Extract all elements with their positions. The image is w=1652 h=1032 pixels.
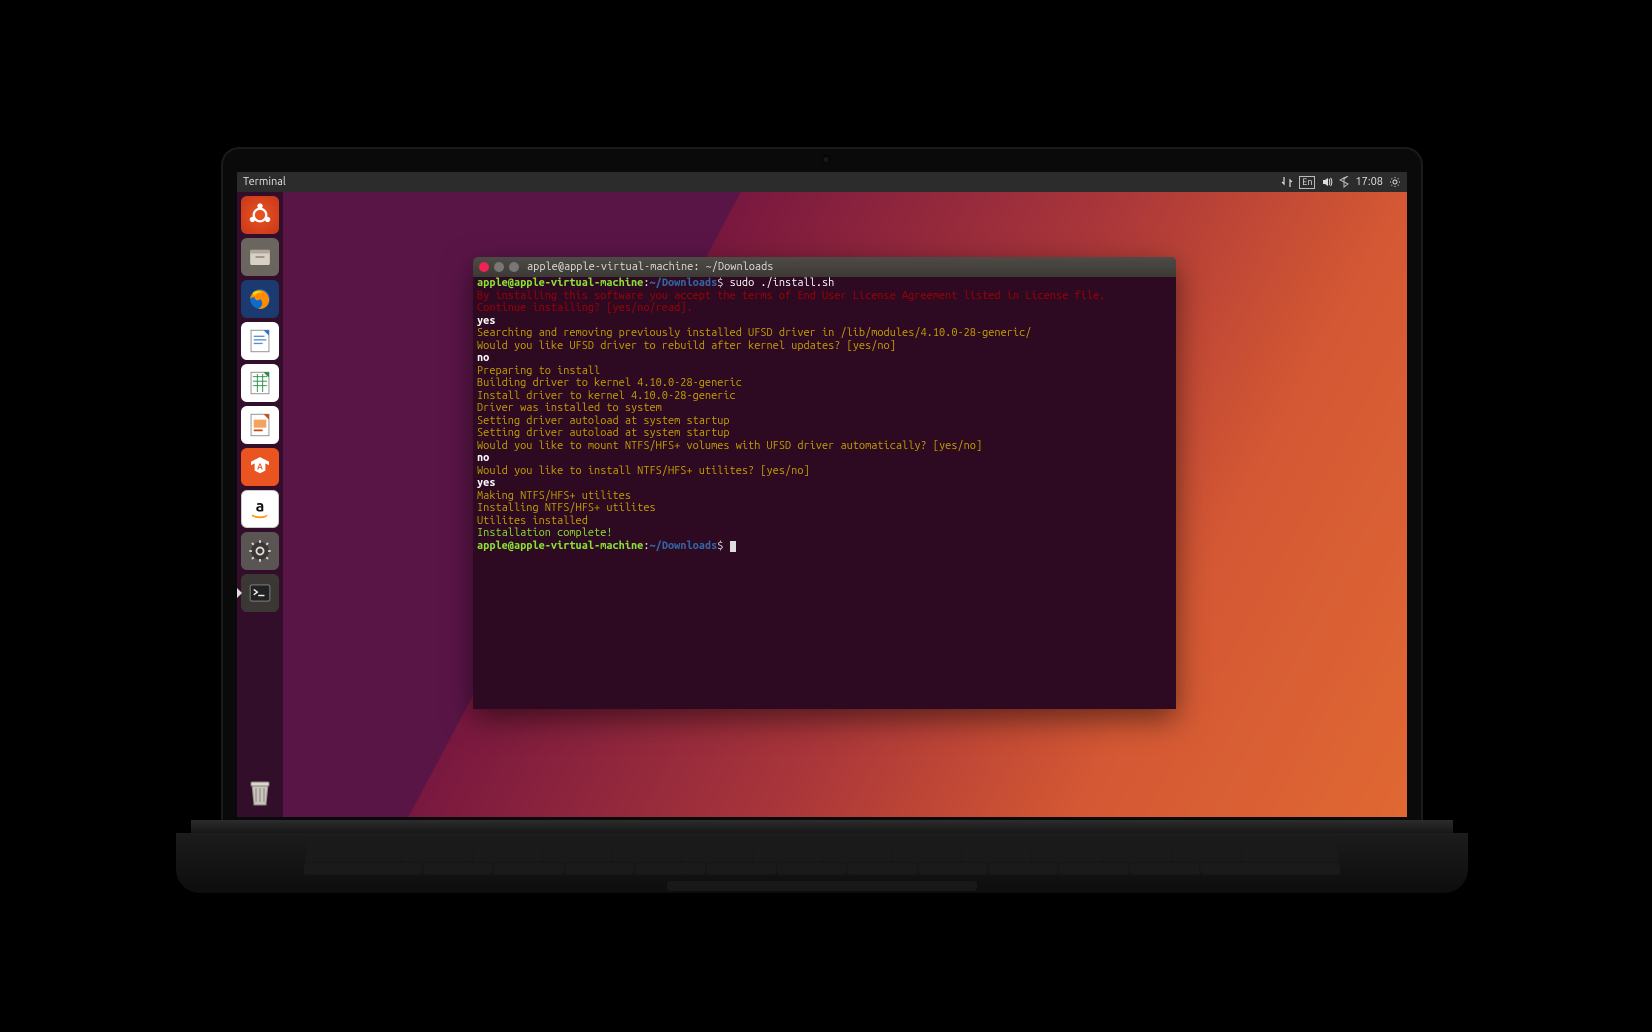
launcher-terminal[interactable]	[241, 574, 279, 612]
clock[interactable]: 17:08	[1355, 176, 1383, 188]
webcam-icon	[822, 155, 831, 164]
launcher-amazon[interactable]: a	[241, 490, 279, 528]
launcher-software[interactable]: A	[241, 448, 279, 486]
launcher-dash[interactable]	[241, 196, 279, 234]
laptop-keyboard	[176, 833, 1468, 893]
terminal-window[interactable]: apple@apple-virtual-machine: ~/Downloads…	[473, 257, 1176, 709]
terminal-output[interactable]: apple@apple-virtual-machine:~/Downloads$…	[473, 277, 1176, 556]
window-close-icon[interactable]	[479, 262, 489, 272]
keyboard-layout-indicator[interactable]: En	[1299, 176, 1315, 189]
touchpad	[667, 881, 977, 891]
screen: Terminal En 17:08	[237, 172, 1407, 817]
svg-text:A: A	[257, 462, 263, 472]
active-app-name[interactable]: Terminal	[243, 176, 286, 188]
menu-bar: Terminal En 17:08	[237, 172, 1407, 192]
window-maximize-icon[interactable]	[509, 262, 519, 272]
launcher: A a	[237, 192, 283, 817]
launcher-impress[interactable]	[241, 406, 279, 444]
launcher-settings[interactable]	[241, 532, 279, 570]
launcher-calc[interactable]	[241, 364, 279, 402]
window-title: apple@apple-virtual-machine: ~/Downloads	[527, 261, 773, 273]
window-minimize-icon[interactable]	[494, 262, 504, 272]
gear-icon[interactable]	[1389, 176, 1401, 188]
network-icon[interactable]	[1281, 176, 1293, 188]
svg-text:a: a	[256, 498, 265, 516]
laptop-frame: Terminal En 17:08	[126, 121, 1526, 911]
trash-icon[interactable]	[241, 773, 279, 811]
volume-icon[interactable]	[1321, 176, 1333, 188]
launcher-firefox[interactable]	[241, 280, 279, 318]
launcher-writer[interactable]	[241, 322, 279, 360]
bluetooth-icon[interactable]	[1339, 176, 1349, 188]
window-titlebar[interactable]: apple@apple-virtual-machine: ~/Downloads	[473, 257, 1176, 277]
launcher-files[interactable]	[241, 238, 279, 276]
